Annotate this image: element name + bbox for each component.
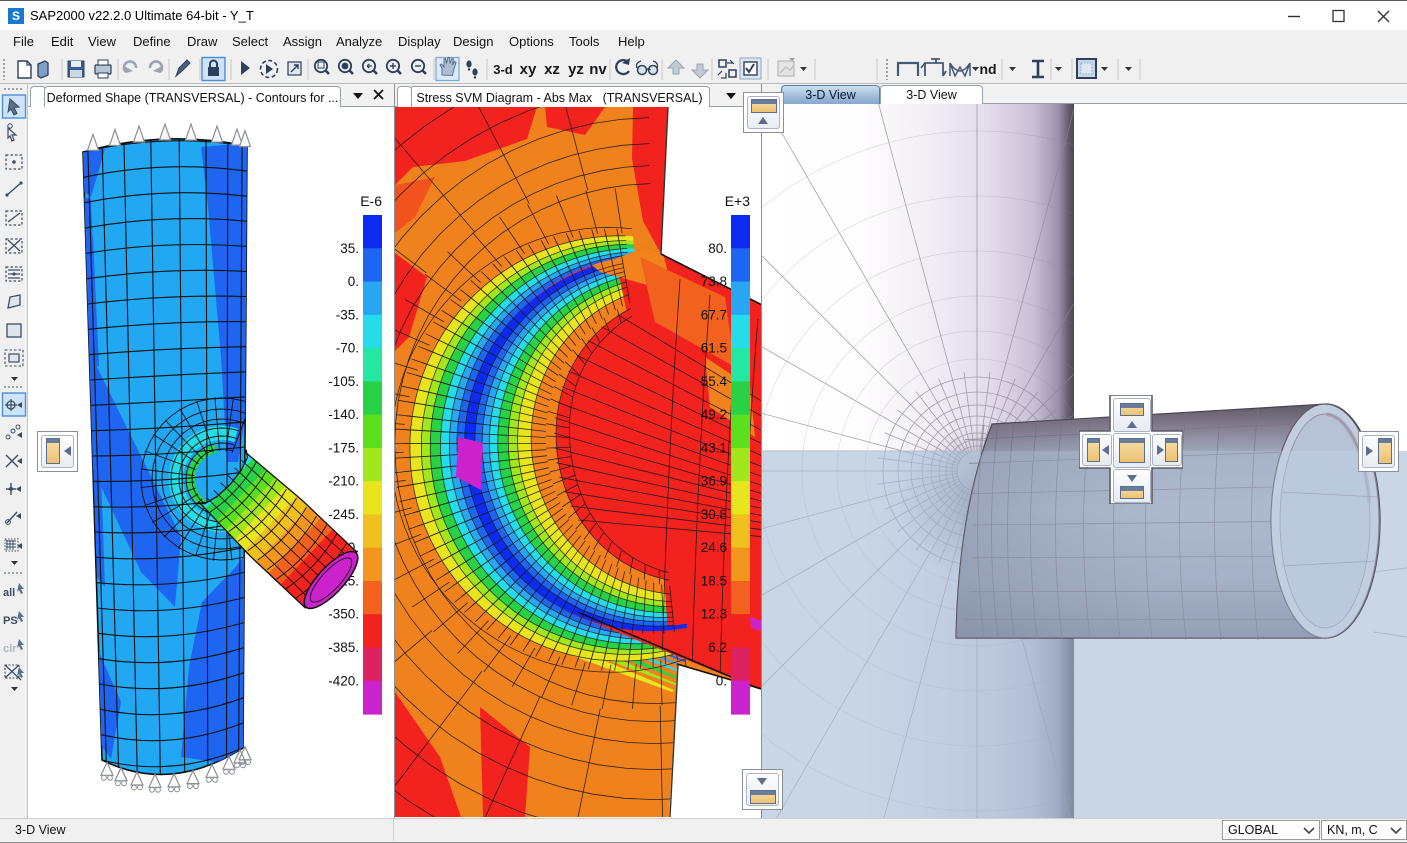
- svg-text:clr: clr: [3, 643, 17, 655]
- svg-text:18.5: 18.5: [701, 574, 727, 589]
- svg-text:12.3: 12.3: [701, 607, 727, 622]
- svg-text:-245.: -245.: [328, 507, 359, 522]
- svg-text:35.: 35.: [340, 241, 359, 256]
- svg-text:-420.: -420.: [328, 673, 359, 688]
- svg-text:24.6: 24.6: [701, 540, 727, 555]
- svg-text:-35.: -35.: [336, 307, 359, 322]
- svg-text:0.: 0.: [348, 274, 359, 289]
- svg-text:3-d: 3-d: [493, 62, 513, 77]
- svg-text:30.8: 30.8: [701, 507, 727, 522]
- svg-text:49.2: 49.2: [701, 407, 727, 422]
- svg-text:6.2: 6.2: [708, 640, 727, 655]
- svg-text:36.9: 36.9: [701, 474, 727, 489]
- svg-text:0.: 0.: [716, 673, 727, 688]
- svg-text:-350.: -350.: [328, 607, 359, 622]
- svg-text:61.5: 61.5: [701, 341, 727, 356]
- svg-text:-70.: -70.: [336, 341, 359, 356]
- svg-text:43.1: 43.1: [701, 440, 727, 455]
- svg-text:E+3: E+3: [725, 193, 751, 209]
- svg-text:all: all: [3, 587, 15, 599]
- svg-text:67.7: 67.7: [701, 307, 727, 322]
- svg-text:nv: nv: [589, 61, 607, 78]
- svg-text:73.8: 73.8: [701, 274, 727, 289]
- svg-text:-175.: -175.: [328, 440, 359, 455]
- svg-text:xy: xy: [520, 61, 537, 78]
- svg-text:E-6: E-6: [360, 193, 382, 209]
- svg-text:-385.: -385.: [328, 640, 359, 655]
- svg-text:-140.: -140.: [328, 407, 359, 422]
- svg-text:yz: yz: [568, 61, 584, 78]
- svg-text:nd: nd: [979, 61, 996, 77]
- svg-text:55.4: 55.4: [701, 374, 728, 389]
- svg-text:80.: 80.: [708, 241, 727, 256]
- svg-text:-210.: -210.: [328, 474, 359, 489]
- svg-text:PS: PS: [3, 615, 18, 627]
- svg-text:xz: xz: [544, 61, 560, 78]
- svg-text:-105.: -105.: [328, 374, 359, 389]
